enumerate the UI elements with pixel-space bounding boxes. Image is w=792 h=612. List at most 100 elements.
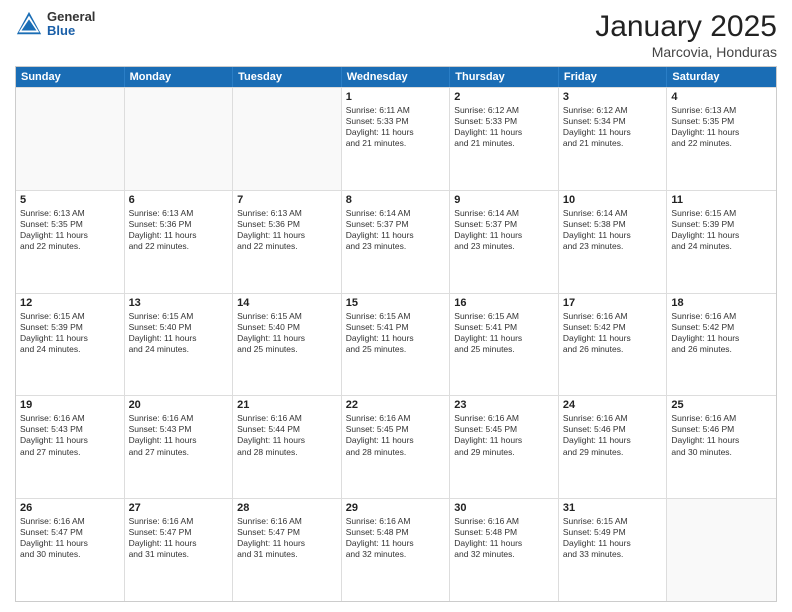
calendar-body: 1Sunrise: 6:11 AMSunset: 5:33 PMDaylight…: [16, 87, 776, 601]
cal-cell-0-0: [16, 88, 125, 190]
cell-line: Daylight: 11 hours: [671, 127, 772, 138]
cell-line: Daylight: 11 hours: [454, 333, 554, 344]
cal-cell-3-3: 22Sunrise: 6:16 AMSunset: 5:45 PMDayligh…: [342, 396, 451, 498]
cell-line: Sunset: 5:35 PM: [20, 219, 120, 230]
cell-line: and 29 minutes.: [454, 447, 554, 458]
cell-line: and 21 minutes.: [454, 138, 554, 149]
cell-line: Sunset: 5:43 PM: [129, 424, 229, 435]
cell-line: Sunrise: 6:16 AM: [237, 516, 337, 527]
logo-blue-text: Blue: [47, 24, 95, 38]
cell-line: Daylight: 11 hours: [671, 333, 772, 344]
cal-cell-2-2: 14Sunrise: 6:15 AMSunset: 5:40 PMDayligh…: [233, 294, 342, 396]
day-number: 15: [346, 297, 446, 309]
cell-line: and 28 minutes.: [346, 447, 446, 458]
cal-cell-0-1: [125, 88, 234, 190]
cal-cell-4-5: 31Sunrise: 6:15 AMSunset: 5:49 PMDayligh…: [559, 499, 668, 601]
calendar-row-0: 1Sunrise: 6:11 AMSunset: 5:33 PMDaylight…: [16, 87, 776, 190]
cell-line: Daylight: 11 hours: [129, 538, 229, 549]
cell-line: Daylight: 11 hours: [454, 230, 554, 241]
cell-line: Daylight: 11 hours: [20, 230, 120, 241]
cal-cell-0-4: 2Sunrise: 6:12 AMSunset: 5:33 PMDaylight…: [450, 88, 559, 190]
calendar-header: SundayMondayTuesdayWednesdayThursdayFrid…: [16, 67, 776, 87]
cell-line: Sunrise: 6:16 AM: [346, 516, 446, 527]
weekday-header-saturday: Saturday: [667, 67, 776, 87]
cell-line: and 33 minutes.: [563, 549, 663, 560]
cell-line: Sunset: 5:33 PM: [346, 116, 446, 127]
cal-cell-1-0: 5Sunrise: 6:13 AMSunset: 5:35 PMDaylight…: [16, 191, 125, 293]
day-number: 16: [454, 297, 554, 309]
cell-line: Sunrise: 6:16 AM: [129, 516, 229, 527]
day-number: 26: [20, 502, 120, 514]
cell-line: Daylight: 11 hours: [346, 127, 446, 138]
cell-line: Daylight: 11 hours: [563, 435, 663, 446]
cell-line: Daylight: 11 hours: [129, 333, 229, 344]
cell-line: Sunrise: 6:13 AM: [671, 105, 772, 116]
cell-line: Sunset: 5:38 PM: [563, 219, 663, 230]
cell-line: Sunrise: 6:16 AM: [129, 413, 229, 424]
cal-cell-2-5: 17Sunrise: 6:16 AMSunset: 5:42 PMDayligh…: [559, 294, 668, 396]
month-title: January 2025: [595, 10, 777, 44]
cal-cell-4-1: 27Sunrise: 6:16 AMSunset: 5:47 PMDayligh…: [125, 499, 234, 601]
cell-line: Sunset: 5:41 PM: [346, 322, 446, 333]
cell-line: Daylight: 11 hours: [563, 127, 663, 138]
cell-line: Sunset: 5:40 PM: [129, 322, 229, 333]
weekday-header-friday: Friday: [559, 67, 668, 87]
cell-line: Sunrise: 6:15 AM: [346, 311, 446, 322]
cell-line: Sunset: 5:36 PM: [237, 219, 337, 230]
cell-line: Sunset: 5:42 PM: [563, 322, 663, 333]
cal-cell-1-2: 7 Sunrise: 6:13 AMSunset: 5:36 PMDaylight…: [233, 191, 342, 293]
cell-line: Daylight: 11 hours: [346, 333, 446, 344]
cell-line: Sunrise: 6:13 AM: [237, 208, 337, 219]
cal-cell-3-1: 20Sunrise: 6:16 AMSunset: 5:43 PMDayligh…: [125, 396, 234, 498]
day-number: 7: [237, 194, 337, 206]
cell-line: Sunrise: 6:16 AM: [563, 413, 663, 424]
cell-line: Daylight: 11 hours: [671, 230, 772, 241]
day-number: 3: [563, 91, 663, 103]
cell-line: Sunrise: 6:15 AM: [129, 311, 229, 322]
cell-line: Sunrise: 6:14 AM: [563, 208, 663, 219]
cell-line: Sunrise: 6:11 AM: [346, 105, 446, 116]
day-number: 19: [20, 399, 120, 411]
cell-line: and 24 minutes.: [671, 241, 772, 252]
cell-line: Sunset: 5:45 PM: [346, 424, 446, 435]
cal-cell-4-4: 30Sunrise: 6:16 AMSunset: 5:48 PMDayligh…: [450, 499, 559, 601]
cal-cell-3-5: 24Sunrise: 6:16 AMSunset: 5:46 PMDayligh…: [559, 396, 668, 498]
day-number: 28: [237, 502, 337, 514]
cell-line: and 23 minutes.: [563, 241, 663, 252]
cell-line: Daylight: 11 hours: [563, 333, 663, 344]
cell-line: Sunrise: 6:12 AM: [454, 105, 554, 116]
day-number: 22: [346, 399, 446, 411]
location: Marcovia, Honduras: [595, 44, 777, 60]
cell-line: Daylight: 11 hours: [563, 538, 663, 549]
cell-line: Sunrise: 6:16 AM: [237, 413, 337, 424]
cal-cell-0-5: 3Sunrise: 6:12 AMSunset: 5:34 PMDaylight…: [559, 88, 668, 190]
calendar-row-3: 19Sunrise: 6:16 AMSunset: 5:43 PMDayligh…: [16, 395, 776, 498]
cell-line: Daylight: 11 hours: [237, 333, 337, 344]
cell-line: Daylight: 11 hours: [20, 435, 120, 446]
cal-cell-1-5: 10Sunrise: 6:14 AMSunset: 5:38 PMDayligh…: [559, 191, 668, 293]
calendar-row-2: 12Sunrise: 6:15 AMSunset: 5:39 PMDayligh…: [16, 293, 776, 396]
logo-general-text: General: [47, 10, 95, 24]
header: General Blue January 2025 Marcovia, Hond…: [15, 10, 777, 60]
cal-cell-2-3: 15 Sunrise: 6:15 AMSunset: 5:41 PMDayligh…: [342, 294, 451, 396]
cell-line: Sunset: 5:48 PM: [346, 527, 446, 538]
cal-cell-4-6: [667, 499, 776, 601]
cell-line: and 25 minutes.: [346, 344, 446, 355]
cell-line: and 25 minutes.: [454, 344, 554, 355]
cell-line: and 22 minutes.: [20, 241, 120, 252]
cell-line: Sunset: 5:37 PM: [346, 219, 446, 230]
day-number: 1: [346, 91, 446, 103]
cell-line: Daylight: 11 hours: [129, 435, 229, 446]
cal-cell-2-6: 18Sunrise: 6:16 AMSunset: 5:42 PMDayligh…: [667, 294, 776, 396]
cell-line: and 30 minutes.: [20, 549, 120, 560]
cell-line: Sunset: 5:41 PM: [454, 322, 554, 333]
cal-cell-4-3: 29Sunrise: 6:16 AMSunset: 5:48 PMDayligh…: [342, 499, 451, 601]
cell-line: Sunrise: 6:15 AM: [671, 208, 772, 219]
cell-line: and 22 minutes.: [129, 241, 229, 252]
cal-cell-3-6: 25Sunrise: 6:16 AMSunset: 5:46 PMDayligh…: [667, 396, 776, 498]
cell-line: Daylight: 11 hours: [237, 230, 337, 241]
cell-line: Sunset: 5:47 PM: [20, 527, 120, 538]
cell-line: Sunrise: 6:16 AM: [454, 413, 554, 424]
day-number: 10: [563, 194, 663, 206]
cell-line: Sunrise: 6:12 AM: [563, 105, 663, 116]
